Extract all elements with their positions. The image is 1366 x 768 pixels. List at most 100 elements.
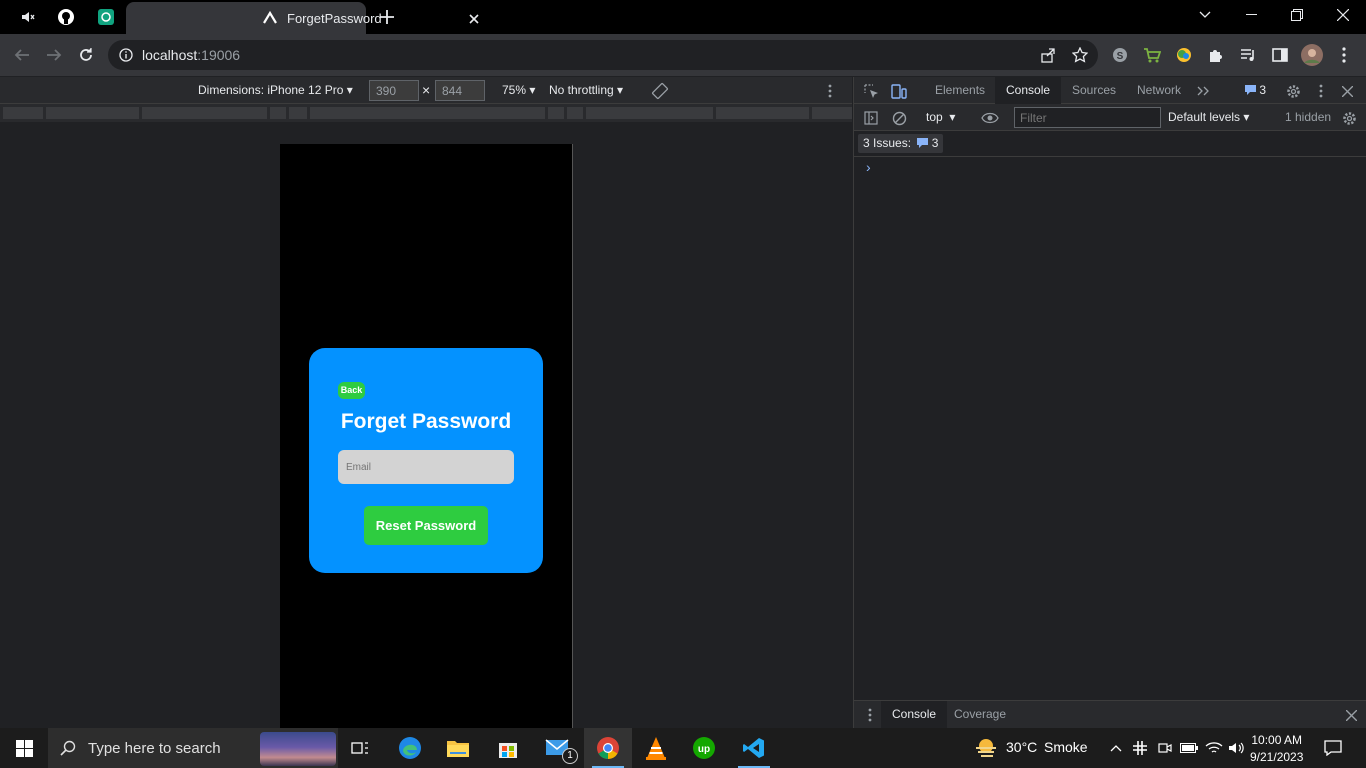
device-toggle-icon[interactable]: [890, 82, 908, 100]
tab-github[interactable]: [50, 4, 82, 30]
start-button[interactable]: [0, 728, 48, 768]
drawer-tab-console[interactable]: Console: [881, 701, 948, 728]
tab-forget-password[interactable]: ForgetPassword: [126, 2, 479, 34]
restore-button[interactable]: [1274, 0, 1320, 30]
tab-elements[interactable]: Elements: [924, 77, 996, 104]
system-clock[interactable]: 10:00 AM 9/21/2023: [1250, 732, 1303, 766]
chrome-app[interactable]: [584, 728, 632, 768]
minimize-button[interactable]: [1228, 0, 1274, 30]
device-height-input[interactable]: 844: [435, 80, 485, 101]
meet-now-icon[interactable]: [1155, 739, 1175, 757]
task-view-button[interactable]: [336, 728, 384, 768]
skype-extension-icon[interactable]: S: [1108, 43, 1132, 67]
log-levels-label: Default levels: [1168, 110, 1241, 124]
more-tabs-icon[interactable]: [1194, 82, 1212, 100]
tab-close-icon[interactable]: [466, 11, 482, 27]
weather-haze-icon[interactable]: [972, 736, 1000, 760]
tray-expand-icon[interactable]: [1106, 740, 1126, 756]
live-expression-eye-icon[interactable]: [980, 109, 1000, 127]
new-tab-button[interactable]: [374, 6, 400, 28]
reload-button[interactable]: [74, 43, 98, 67]
zoom-select[interactable]: 75% ▾: [502, 83, 535, 97]
email-field[interactable]: [338, 450, 514, 484]
battery-icon[interactable]: [1178, 739, 1200, 757]
drawer-menu-icon[interactable]: [864, 706, 876, 724]
restore-icon: [1291, 9, 1303, 21]
ruler-segment[interactable]: [812, 107, 852, 119]
tab-audio-muted[interactable]: [12, 4, 44, 30]
tab-search-button[interactable]: [1182, 0, 1228, 30]
close-drawer-icon[interactable]: [1342, 706, 1360, 724]
mail-app[interactable]: 1: [534, 728, 582, 768]
tab-network[interactable]: Network: [1126, 77, 1192, 104]
edge-app[interactable]: [386, 728, 434, 768]
clear-console-icon[interactable]: [890, 109, 908, 127]
expo-favicon-icon: [262, 10, 278, 26]
hidden-count: 1 hidden: [1285, 110, 1332, 124]
vscode-app[interactable]: [730, 728, 778, 768]
info-icon[interactable]: [118, 47, 134, 63]
forget-password-card: Back Forget Password Reset Password: [309, 348, 543, 573]
wifi-icon[interactable]: [1203, 739, 1225, 757]
tab-console[interactable]: Console: [995, 77, 1062, 104]
ruler-segment[interactable]: [586, 107, 713, 119]
device-more-icon[interactable]: [822, 81, 838, 101]
store-app[interactable]: [484, 728, 532, 768]
sidebar-toggle-icon[interactable]: [862, 109, 880, 127]
close-devtools-icon[interactable]: [1338, 82, 1356, 100]
profile-avatar[interactable]: [1300, 43, 1324, 67]
tab-title: ForgetPassword: [287, 11, 382, 26]
issues-button[interactable]: 3 Issues: 3: [858, 134, 944, 153]
ruler-segment[interactable]: [142, 107, 267, 119]
back-nav-button[interactable]: [10, 43, 34, 67]
ruler-segment[interactable]: [310, 107, 545, 119]
ruler-segment[interactable]: [289, 107, 307, 119]
color-extension-icon[interactable]: [1172, 43, 1196, 67]
devtools-menu-icon[interactable]: [1314, 82, 1328, 100]
log-levels-select[interactable]: Default levels ▾: [1168, 110, 1249, 124]
forward-nav-button[interactable]: [42, 43, 66, 67]
ruler-segment[interactable]: [270, 107, 286, 119]
ruler-segment[interactable]: [46, 107, 139, 119]
drawer-tab-coverage[interactable]: Coverage: [943, 701, 1017, 728]
console-prompt[interactable]: ›: [866, 159, 871, 175]
volume-icon[interactable]: [1226, 739, 1248, 757]
notifications-icon[interactable]: [1320, 738, 1346, 758]
reset-password-button[interactable]: Reset Password: [364, 506, 488, 545]
weather-desc[interactable]: Smoke: [1044, 739, 1088, 755]
tab-sources[interactable]: Sources: [1061, 77, 1127, 104]
close-window-button[interactable]: [1320, 0, 1366, 30]
console-filter-input[interactable]: [1014, 107, 1161, 128]
ruler-segment[interactable]: [567, 107, 583, 119]
browser-menu-icon[interactable]: [1332, 43, 1356, 67]
device-dimensions-select[interactable]: Dimensions: iPhone 12 Pro ▾: [198, 83, 353, 97]
cart-extension-icon[interactable]: [1140, 43, 1164, 67]
back-button[interactable]: Back: [338, 382, 365, 399]
address-bar[interactable]: localhost:19006: [108, 40, 1098, 70]
issues-counter[interactable]: 3: [1241, 82, 1270, 99]
console-settings-gear-icon[interactable]: [1340, 109, 1358, 127]
file-explorer-app[interactable]: [434, 728, 482, 768]
weather-temp[interactable]: 30°C: [1006, 739, 1037, 755]
issues-label: 3 Issues:: [863, 136, 912, 150]
settings-gear-icon[interactable]: [1284, 82, 1302, 100]
rotate-icon[interactable]: [650, 81, 670, 101]
ruler-segment[interactable]: [3, 107, 43, 119]
ruler-segment[interactable]: [716, 107, 809, 119]
device-width-input[interactable]: 390: [369, 80, 419, 101]
context-select[interactable]: top ▾: [926, 110, 955, 124]
upwork-app[interactable]: up: [680, 728, 728, 768]
media-control-icon[interactable]: [1236, 43, 1260, 67]
vlc-app[interactable]: [632, 728, 680, 768]
throttling-select[interactable]: No throttling ▾: [549, 83, 623, 97]
vscode-icon: [743, 738, 764, 758]
bookmark-star-icon[interactable]: [1068, 43, 1092, 67]
inspect-element-icon[interactable]: [862, 82, 880, 100]
ruler-segment[interactable]: [548, 107, 564, 119]
slack-tray-icon[interactable]: [1130, 739, 1150, 757]
side-panel-icon[interactable]: [1268, 43, 1292, 67]
tab-chatgpt[interactable]: [90, 4, 122, 30]
taskbar-search[interactable]: Type here to search: [48, 728, 338, 768]
share-icon[interactable]: [1036, 43, 1060, 67]
extensions-puzzle-icon[interactable]: [1204, 43, 1228, 67]
